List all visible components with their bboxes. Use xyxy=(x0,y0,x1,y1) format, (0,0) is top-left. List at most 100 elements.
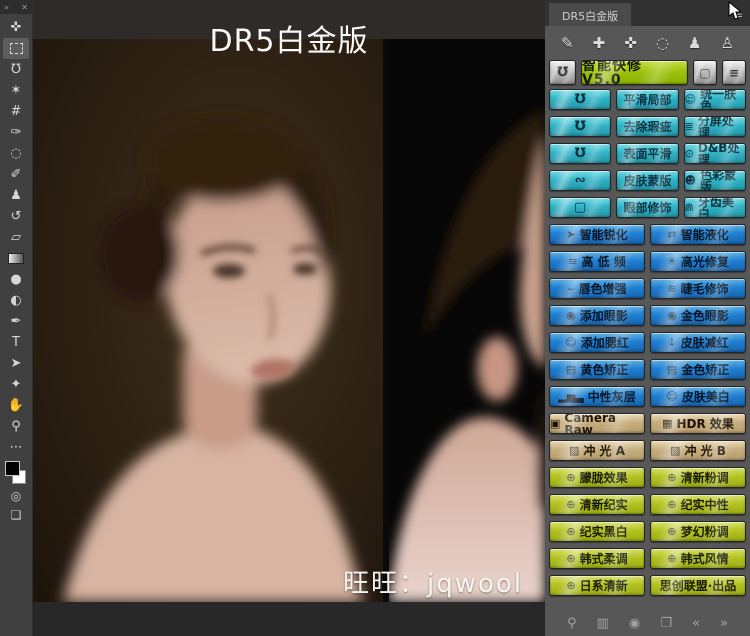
action-button-韩式柔调[interactable]: ⊕ 韩式柔调 xyxy=(549,548,645,569)
healing-brush-icon[interactable]: ✚ xyxy=(593,34,606,52)
action-button-表面平滑[interactable]: 表面平滑 xyxy=(616,143,679,164)
action-button-皮肤美白[interactable]: ☺ 皮肤美白 xyxy=(650,386,746,407)
quick-mask-icon[interactable]: ◎ xyxy=(11,489,21,503)
clone-stamp-icon[interactable]: ♟ xyxy=(688,34,701,52)
action-button-梦幻粉调[interactable]: ⊕ 梦幻粉调 xyxy=(650,521,746,542)
next-icon[interactable]: » xyxy=(720,616,728,631)
button-label: 去除瑕疵 xyxy=(623,119,672,134)
action-button-皮肤蒙版[interactable]: 皮肤蒙版 xyxy=(616,170,679,191)
button-label: 清新纪实 xyxy=(579,497,628,512)
rect-marquee-tool[interactable] xyxy=(3,38,29,59)
smart-repair-button[interactable]: 智能快修 V5.0 xyxy=(581,60,688,85)
panel-view-icon[interactable]: ▥ xyxy=(597,616,609,631)
action-button-分屏处理[interactable]: ≣ 分屏处理 xyxy=(683,116,746,137)
action-button-添加腮红[interactable]: ☺ 添加腮红 xyxy=(549,332,645,353)
eyedropper-tool[interactable]: ✑ xyxy=(3,122,29,143)
panel-tab-bar: DR5白金版 ≡ xyxy=(545,0,750,26)
lasso-tool[interactable]: ℧ xyxy=(3,59,29,80)
action-button-HDR 效果[interactable]: ▦ HDR 效果 xyxy=(650,413,746,434)
action-button-清新纪实[interactable]: ⊕ 清新纪实 xyxy=(549,494,645,515)
tools-sidebar: » ✕ ✜ ℧ ✶ # ✑ ◌ ✐ ♟ ↺ ▱ ● ◐ ✒ T ➤ ✦ ✋ ⚲ ⋯ ◎ ❏ xyxy=(0,0,33,636)
action-button-朦胧效果[interactable]: ⊕ 朦胧效果 xyxy=(549,467,645,488)
action-button-牙齿美白[interactable]: ⋒ 牙齿美白 xyxy=(683,197,746,218)
patch-bandage-icon[interactable]: ✜ xyxy=(624,34,637,52)
copy-pages-icon[interactable]: ❐ xyxy=(660,616,672,631)
blur-tool[interactable]: ● xyxy=(3,269,29,290)
action-button-平滑局部[interactable]: 平滑局部 xyxy=(616,89,679,110)
action-button-Camera Raw[interactable]: ▣ Camera Raw xyxy=(549,413,645,434)
pattern-stamp-icon[interactable]: ♙ xyxy=(721,34,734,52)
selection-icon[interactable]: ▢ xyxy=(549,197,612,218)
action-button-高光修复[interactable]: ☀ 高光修复 xyxy=(650,251,746,272)
sliders-icon[interactable]: ≡ xyxy=(722,60,746,85)
action-button-智能液化[interactable]: ⇄ 智能液化 xyxy=(650,224,746,245)
action-button-皮肤减红[interactable]: ↓ 皮肤减红 xyxy=(650,332,746,353)
action-button-统一肤色[interactable]: ☺ 统一肤色 xyxy=(683,89,746,110)
path-select-tool[interactable]: ➤ xyxy=(3,353,29,374)
prev-icon[interactable]: « xyxy=(692,616,700,631)
panel-tab[interactable]: DR5白金版 xyxy=(549,3,632,26)
clone-stamp-tool[interactable]: ♟ xyxy=(3,185,29,206)
action-button-日系清新[interactable]: ⊕ 日系清新 xyxy=(549,575,645,596)
foreground-color-swatch[interactable] xyxy=(5,461,20,476)
color-swatches[interactable] xyxy=(4,461,28,485)
crop-tool[interactable]: # xyxy=(3,101,29,122)
action-button-添加眼影[interactable]: ◉ 添加眼影 xyxy=(549,305,645,326)
action-button-睫毛修饰[interactable]: ≋ 睫毛修饰 xyxy=(650,278,746,299)
collapse-panel-icon[interactable]: » xyxy=(4,3,9,12)
action-button-金色矫正[interactable]: ▤ 金色矫正 xyxy=(650,359,746,380)
content-aware-icon[interactable]: ◌ xyxy=(656,34,669,52)
shape-tool[interactable]: ✦ xyxy=(3,374,29,395)
hand-tool[interactable]: ✋ xyxy=(3,395,29,416)
globe-icon: ⊕ xyxy=(667,471,677,484)
lasso-icon[interactable]: ℧ xyxy=(549,60,576,85)
chain-icon[interactable]: ∾ xyxy=(549,170,612,191)
action-button-色彩蒙版[interactable]: ☻ 色彩蒙版 xyxy=(683,170,746,191)
gradient-tool[interactable] xyxy=(3,248,29,269)
search-icon[interactable]: ⚲ xyxy=(567,616,577,631)
action-button-唇色增强[interactable]: ⌣ 唇色增强 xyxy=(549,278,645,299)
edit-toolbar-icon[interactable]: ⋯ xyxy=(3,437,29,458)
photo-area[interactable] xyxy=(33,39,545,602)
panel-row: ⊕ 清新纪实 ⊕ 纪实中性 xyxy=(549,494,746,515)
action-button-去除瑕疵[interactable]: 去除瑕疵 xyxy=(616,116,679,137)
lasso-icon[interactable]: ℧ xyxy=(549,143,612,164)
rounded-square-icon[interactable]: ▢ xyxy=(693,60,717,85)
action-button-韩式风情[interactable]: ⊕ 韩式风情 xyxy=(650,548,746,569)
eraser-tool[interactable]: ▱ xyxy=(3,227,29,248)
action-button-D&B处理[interactable]: ⊙ D&B处理 xyxy=(683,143,746,164)
close-icon[interactable]: ✕ xyxy=(21,3,28,12)
preview-eye-icon[interactable]: ◉ xyxy=(629,616,640,631)
panel-row: ℧ 平滑局部 ☺ 统一肤色 xyxy=(549,89,746,110)
spot-repair-brush-icon[interactable]: ✎ xyxy=(561,34,574,52)
action-button-纪实黑白[interactable]: ⊕ 纪实黑白 xyxy=(549,521,645,542)
button-label: 韩式柔调 xyxy=(579,551,628,566)
action-button-金色眼影[interactable]: ◉ 金色眼影 xyxy=(650,305,746,326)
lasso-icon[interactable]: ℧ xyxy=(549,116,612,137)
history-brush-tool[interactable]: ↺ xyxy=(3,206,29,227)
action-button-高 低 频[interactable]: ≡ 高 低 频 xyxy=(549,251,645,272)
action-button-中性灰层[interactable]: ▂▅▃ 中性灰层 xyxy=(549,386,645,407)
action-button-眼部修饰[interactable]: 眼部修饰 xyxy=(616,197,679,218)
dodge-tool[interactable]: ◐ xyxy=(3,290,29,311)
action-button-智能锐化[interactable]: ➤ 智能锐化 xyxy=(549,224,645,245)
action-button-黄色矫正[interactable]: ▤ 黄色矫正 xyxy=(549,359,645,380)
eye-icon: ◉ xyxy=(667,309,677,322)
type-tool[interactable]: T xyxy=(3,332,29,353)
action-button-冲 光 B[interactable]: ▧ 冲 光 B xyxy=(650,440,746,461)
action-button-纪实中性[interactable]: ⊕ 纪实中性 xyxy=(650,494,746,515)
panel-row: ➤ 智能锐化 ⇄ 智能液化 xyxy=(549,224,746,245)
spot-healing-tool[interactable]: ◌ xyxy=(3,143,29,164)
brush-tool[interactable]: ✐ xyxy=(3,164,29,185)
zoom-tool[interactable]: ⚲ xyxy=(3,416,29,437)
pen-tool[interactable]: ✒ xyxy=(3,311,29,332)
image-icon: ▧ xyxy=(670,444,681,457)
move-tool[interactable]: ✜ xyxy=(3,17,29,38)
action-button-冲 光 A[interactable]: ▧ 冲 光 A xyxy=(549,440,645,461)
screen-mode-icon[interactable]: ❏ xyxy=(11,508,22,522)
magic-wand-tool[interactable]: ✶ xyxy=(3,80,29,101)
button-label: 分屏处理 xyxy=(697,116,734,137)
lasso-icon[interactable]: ℧ xyxy=(549,89,612,110)
action-button-思创联盟·出品[interactable]: 思创联盟·出品 xyxy=(650,575,746,596)
action-button-清新粉调[interactable]: ⊕ 清新粉调 xyxy=(650,467,746,488)
